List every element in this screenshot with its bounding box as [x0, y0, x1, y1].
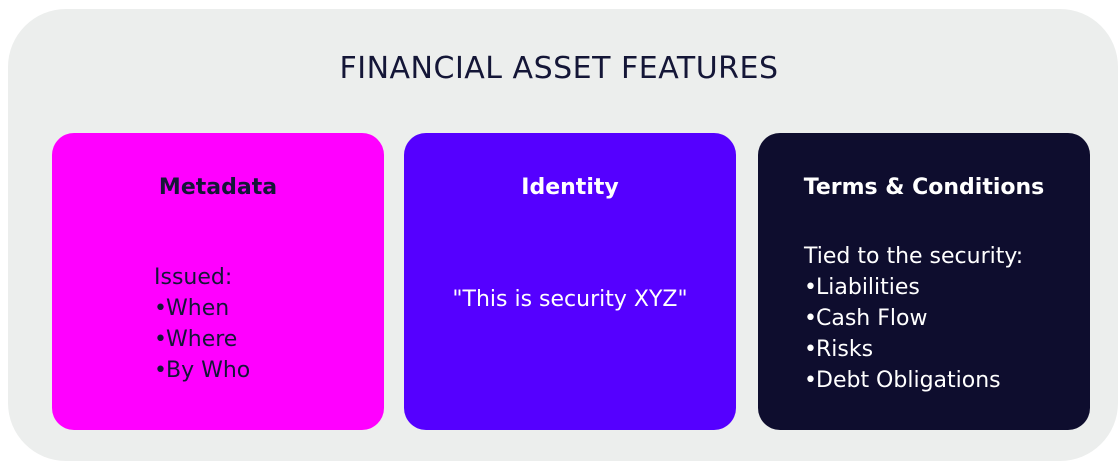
metadata-card-heading: Metadata	[158, 175, 278, 200]
terms-conditions-card: Terms & Conditions Tied to the security:…	[758, 133, 1090, 430]
terms-list: Liabilities Cash Flow Risks Debt Obligat…	[804, 272, 1023, 396]
diagram-title: FINANCIAL ASSET FEATURES	[339, 51, 779, 86]
metadata-list: When Where By Who	[154, 293, 250, 386]
metadata-card: Metadata Issued: When Where By Who	[52, 133, 384, 430]
terms-conditions-card-heading: Terms & Conditions	[803, 175, 1045, 200]
metadata-list-item-where: Where	[154, 324, 250, 355]
terms-list-item-debt-obligations: Debt Obligations	[804, 365, 1023, 396]
metadata-card-body: Issued: When Where By Who	[154, 262, 250, 386]
terms-list-item-liabilities: Liabilities	[804, 272, 1023, 303]
identity-card: Identity "This is security XYZ"	[404, 133, 736, 430]
terms-tied-label: Tied to the security:	[804, 244, 1024, 269]
metadata-list-item-when: When	[154, 293, 250, 324]
terms-list-item-cash-flow: Cash Flow	[804, 303, 1023, 334]
metadata-issued-label: Issued:	[154, 265, 233, 290]
identity-card-body: "This is security XYZ"	[404, 284, 736, 315]
identity-quote: "This is security XYZ"	[452, 287, 688, 312]
terms-list-item-risks: Risks	[804, 334, 1023, 365]
terms-conditions-card-body: Tied to the security: Liabilities Cash F…	[804, 241, 1023, 396]
identity-card-heading: Identity	[521, 175, 619, 200]
metadata-list-item-by-who: By Who	[154, 355, 250, 386]
